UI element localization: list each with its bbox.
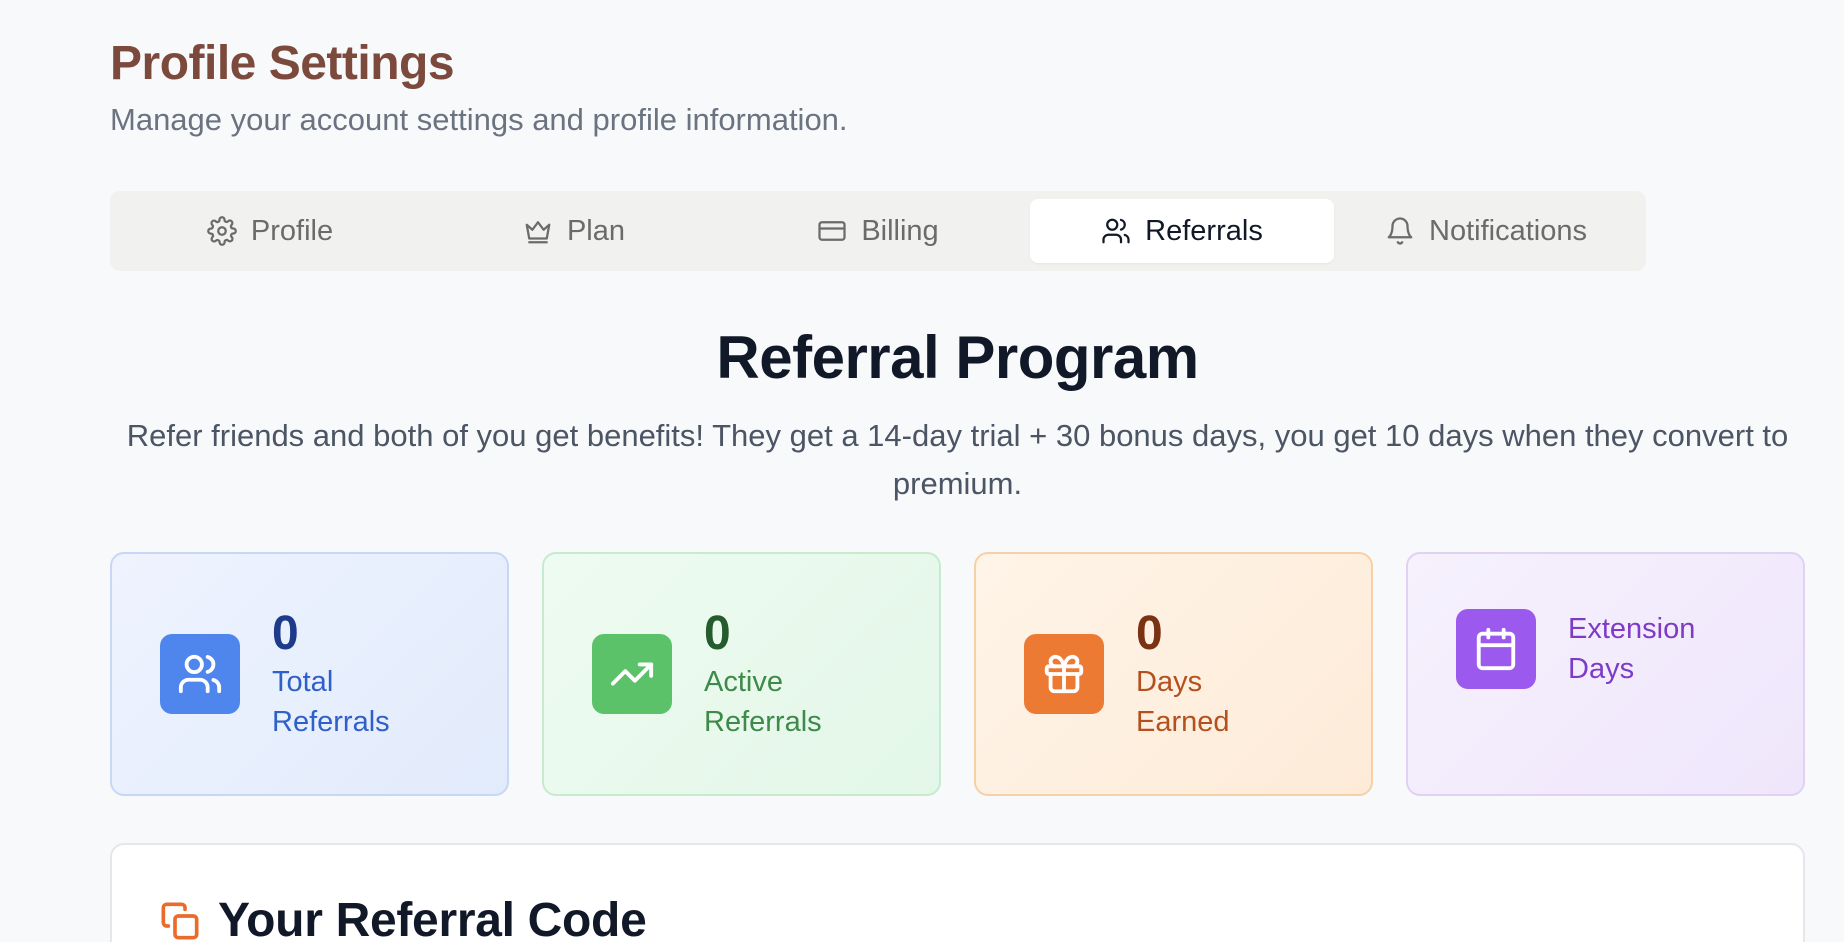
crown-icon [525,221,551,244]
tab-label: Notifications [1429,214,1587,247]
stat-label: Active Referrals [704,666,822,738]
users-icon [178,654,222,694]
gift-icon [1044,654,1084,694]
referral-code-title: Your Referral Code [218,894,647,942]
users-icon [1102,218,1130,244]
referral-program-description: Refer friends and both of you get benefi… [126,418,1789,501]
stat-card-extension-days: Extension Days [1406,552,1805,796]
referral-stats: 0 Total Referrals 0 Active Referrals 0 D… [110,552,1805,796]
stat-icon-container [592,634,672,714]
tab-plan[interactable]: Plan [422,199,726,263]
stat-icon-container [1456,609,1536,689]
stat-icon-container [1024,634,1104,714]
calendar-icon [1476,627,1516,671]
tab-billing[interactable]: Billing [726,199,1030,263]
referral-code-card: Your Referral Code [110,843,1805,942]
tab-label: Billing [861,214,939,247]
stat-label: Total Referrals [272,666,390,738]
stat-icon-container [160,634,240,714]
trending-up-icon [610,662,654,686]
copy-icon[interactable] [160,901,200,941]
tab-label: Referrals [1145,214,1263,247]
bell-icon [1387,217,1413,245]
stat-card-total-referrals: 0 Total Referrals [110,552,509,796]
stat-label: Extension Days [1568,613,1696,685]
gear-icon [207,216,237,246]
stat-value: 0 [272,607,299,660]
tab-label: Profile [250,214,334,247]
tab-notifications[interactable]: Notifications [1334,199,1638,263]
tab-profile[interactable]: Profile [118,199,422,263]
referral-program-title: Referral Program [716,324,1199,391]
stat-value: 0 [704,607,731,660]
stat-card-days-earned: 0 Days Earned [974,552,1373,796]
credit-card-icon [818,221,846,241]
stat-label: Days Earned [1136,666,1230,738]
tab-label: Plan [566,214,626,247]
page-title: Profile Settings [110,37,455,90]
settings-tabs: Profile Plan Billing Referrals Notificat… [110,191,1646,271]
stat-card-active-referrals: 0 Active Referrals [542,552,941,796]
page-subtitle: Manage your account settings and profile… [110,102,848,137]
stat-value: 0 [1136,607,1163,660]
tab-referrals[interactable]: Referrals [1030,199,1334,263]
